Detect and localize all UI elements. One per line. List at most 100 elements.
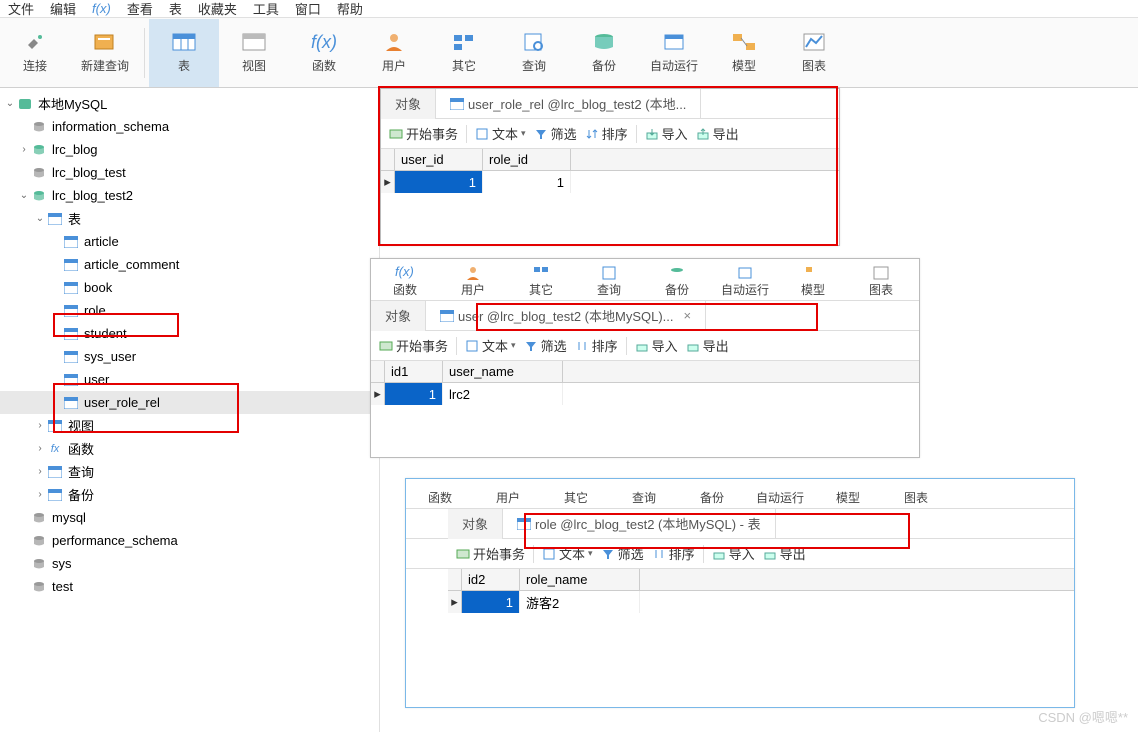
tool-table[interactable]: 表 — [149, 19, 219, 87]
tree-item-lrc-blog-test[interactable]: lrc_blog_test — [0, 161, 379, 184]
tool-backup[interactable]: 备份 — [569, 19, 639, 87]
mini-backup[interactable]: 备份 — [678, 489, 746, 506]
tab-object[interactable]: 对象 — [381, 89, 436, 119]
sort[interactable]: 排序 — [575, 336, 618, 355]
cell-id2[interactable]: 1 — [462, 591, 520, 613]
tree-item-函数[interactable]: ›fx函数 — [0, 437, 379, 460]
start-transaction[interactable]: 开始事务 — [456, 544, 525, 563]
filter[interactable]: 筛选 — [534, 124, 577, 143]
tree-item-student[interactable]: student — [0, 322, 379, 345]
filter[interactable]: 筛选 — [524, 336, 567, 355]
import[interactable]: 导入 — [645, 124, 688, 143]
menu-file[interactable]: 文件 — [8, 0, 34, 18]
col-role-name[interactable]: role_name — [520, 569, 640, 590]
mini-auto[interactable]: 自动运行 — [711, 266, 779, 298]
tab-user[interactable]: user @lrc_blog_test2 (本地MySQL)... × — [426, 301, 706, 331]
tool-other[interactable]: 其它 — [429, 19, 499, 87]
mini-backup[interactable]: 备份 — [643, 266, 711, 298]
mini-fx[interactable]: f(x)函数 — [371, 264, 439, 298]
mini-chart[interactable]: 图表 — [882, 489, 950, 506]
tool-fx[interactable]: f(x) 函数 — [289, 19, 359, 87]
tree-item-user[interactable]: user — [0, 368, 379, 391]
tree-item-test[interactable]: test — [0, 575, 379, 598]
menu-view[interactable]: 查看 — [127, 0, 153, 18]
tool-view[interactable]: 视图 — [219, 19, 289, 87]
export-icon — [696, 127, 710, 141]
tree-item-查询[interactable]: ›查询 — [0, 460, 379, 483]
tool-connect[interactable]: 连接 — [0, 19, 70, 87]
col-user-id[interactable]: user_id — [395, 149, 483, 170]
mini-auto[interactable]: 自动运行 — [746, 489, 814, 506]
import[interactable]: 导入 — [712, 544, 755, 563]
mini-model[interactable]: 模型 — [814, 489, 882, 506]
filter[interactable]: 筛选 — [601, 544, 644, 563]
mini-model[interactable]: 模型 — [779, 266, 847, 298]
tree-item-表[interactable]: ⌄表 — [0, 207, 379, 230]
menu-help[interactable]: 帮助 — [337, 0, 363, 18]
tree-item-mysql[interactable]: mysql — [0, 506, 379, 529]
tab-object[interactable]: 对象 — [371, 301, 426, 331]
tree-item-article[interactable]: article — [0, 230, 379, 253]
mini-fx[interactable]: 函数 — [406, 489, 474, 506]
mini-query[interactable]: 查询 — [575, 266, 643, 298]
start-transaction[interactable]: 开始事务 — [389, 124, 458, 143]
tree-item-视图[interactable]: ›视图 — [0, 414, 379, 437]
menu-edit[interactable]: 编辑 — [50, 0, 76, 18]
tab-role[interactable]: role @lrc_blog_test2 (本地MySQL) - 表 — [503, 509, 776, 539]
tree-item-article-comment[interactable]: article_comment — [0, 253, 379, 276]
export[interactable]: 导出 — [686, 336, 729, 355]
tree-item-user-role-rel[interactable]: user_role_rel — [0, 391, 379, 414]
col-user-name[interactable]: user_name — [443, 361, 563, 382]
mini-query[interactable]: 查询 — [610, 489, 678, 506]
tab-object[interactable]: 对象 — [448, 509, 503, 539]
col-id1[interactable]: id1 — [385, 361, 443, 382]
mini-other[interactable]: 其它 — [507, 266, 575, 298]
start-transaction[interactable]: 开始事务 — [379, 336, 448, 355]
export[interactable]: 导出 — [696, 124, 739, 143]
export[interactable]: 导出 — [763, 544, 806, 563]
col-role-id[interactable]: role_id — [483, 149, 571, 170]
menu-tools[interactable]: 工具 — [253, 0, 279, 18]
menu-fav[interactable]: 收藏夹 — [198, 0, 237, 18]
tool-query[interactable]: 查询 — [499, 19, 569, 87]
tree-item-备份[interactable]: ›备份 — [0, 483, 379, 506]
menu-fx[interactable]: f(x) — [92, 1, 111, 16]
import[interactable]: 导入 — [635, 336, 678, 355]
text-mode[interactable]: 文本▾ — [542, 544, 593, 563]
close-icon[interactable]: × — [684, 308, 692, 323]
tool-chart[interactable]: 图表 — [779, 19, 849, 87]
tree-item-role[interactable]: role — [0, 299, 379, 322]
text-mode[interactable]: 文本▾ — [475, 124, 526, 143]
mini-user[interactable]: 用户 — [439, 266, 507, 298]
menu-table[interactable]: 表 — [169, 0, 182, 18]
text-mode[interactable]: 文本▾ — [465, 336, 516, 355]
tree-root[interactable]: ⌄ 本地MySQL — [0, 92, 379, 115]
tool-model[interactable]: 模型 — [709, 19, 779, 87]
tree-item-lrc-blog-test2[interactable]: ⌄lrc_blog_test2 — [0, 184, 379, 207]
sort[interactable]: 排序 — [585, 124, 628, 143]
tab-user-role-rel[interactable]: user_role_rel @lrc_blog_test2 (本地... — [436, 89, 701, 119]
tree-item-sys[interactable]: sys — [0, 552, 379, 575]
tool-auto[interactable]: 自动运行 — [639, 19, 709, 87]
tree-item-book[interactable]: book — [0, 276, 379, 299]
mini-chart[interactable]: 图表 — [847, 266, 915, 298]
table-row[interactable]: ▸ 1 lrc2 — [371, 383, 919, 405]
tool-user[interactable]: 用户 — [359, 19, 429, 87]
tree-item-sys-user[interactable]: sys_user — [0, 345, 379, 368]
tree-item-lrc-blog[interactable]: ›lrc_blog — [0, 138, 379, 161]
tree-item-performance-schema[interactable]: performance_schema — [0, 529, 379, 552]
mini-user[interactable]: 用户 — [474, 489, 542, 506]
cell-user-id[interactable]: 1 — [395, 171, 483, 193]
cell-id1[interactable]: 1 — [385, 383, 443, 405]
tool-newquery[interactable]: 新建查询 — [70, 19, 140, 87]
menu-window[interactable]: 窗口 — [295, 0, 321, 18]
col-id2[interactable]: id2 — [462, 569, 520, 590]
cell-role-id[interactable]: 1 — [483, 171, 571, 193]
sort[interactable]: 排序 — [652, 544, 695, 563]
mini-other[interactable]: 其它 — [542, 489, 610, 506]
table-row[interactable]: ▸ 1 1 — [381, 171, 839, 193]
cell-role-name[interactable]: 游客2 — [520, 591, 640, 613]
table-row[interactable]: ▸ 1 游客2 — [448, 591, 1074, 613]
tree-item-information-schema[interactable]: information_schema — [0, 115, 379, 138]
cell-user-name[interactable]: lrc2 — [443, 383, 563, 405]
